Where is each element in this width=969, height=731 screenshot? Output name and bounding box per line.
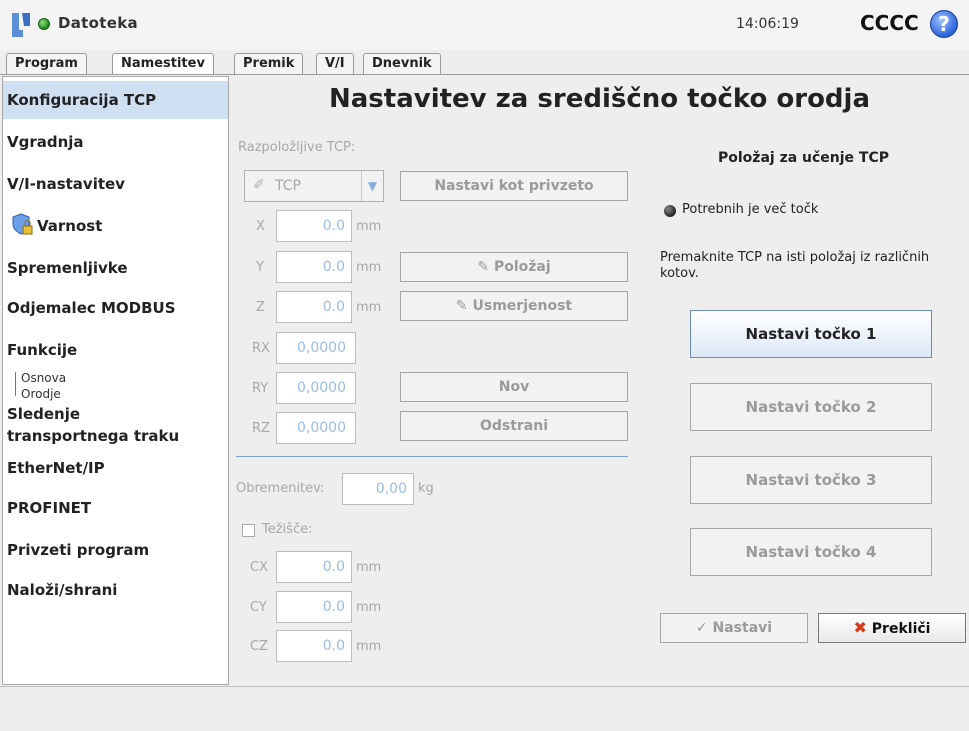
sidebar-item-vi-nastavitev[interactable]: V/I-nastavitev — [3, 175, 228, 193]
tab-underline — [0, 74, 969, 75]
sidebar-item-funkcije[interactable]: Funkcije — [3, 341, 228, 359]
rx-label: RX — [252, 341, 270, 356]
cog-label: Težišče: — [262, 522, 313, 537]
shield-lock-icon — [12, 213, 33, 235]
payload-field[interactable]: 0,00 — [342, 473, 414, 505]
cx-field[interactable]: 0.0 — [276, 551, 352, 583]
position-button-label: Položaj — [493, 259, 551, 275]
sidebar-item-odjemalec-modbus[interactable]: Odjemalec MODBUS — [3, 299, 228, 317]
y-field[interactable]: 0.0 — [276, 251, 352, 283]
tab-vi[interactable]: V/I — [316, 53, 354, 74]
sidebar-item-ethernet-ip[interactable]: EtherNet/IP — [3, 459, 228, 477]
cx-unit: mm — [356, 560, 382, 575]
clock: 14:06:19 — [736, 16, 799, 32]
page-title: Nastavitev za središčno točko orodja — [329, 84, 870, 114]
cz-field[interactable]: 0.0 — [276, 630, 352, 662]
tab-dnevnik[interactable]: Dnevnik — [363, 53, 441, 74]
check-icon: ✐ — [253, 177, 265, 193]
z-field[interactable]: 0.0 — [276, 291, 352, 323]
tab-program[interactable]: Program — [6, 53, 87, 74]
sidebar-item-profinet[interactable]: PROFINET — [3, 499, 228, 517]
teach-title: Položaj za učenje TCP — [718, 150, 890, 166]
sidebar-item-nalozi-shrani[interactable]: Naloži/shrani — [3, 581, 228, 599]
file-menu[interactable]: Datoteka — [58, 14, 138, 32]
cog-checkbox[interactable] — [242, 524, 255, 537]
payload-unit: kg — [418, 481, 434, 496]
remove-tcp-button[interactable]: Odstrani — [400, 411, 628, 441]
status-indicator-icon — [664, 205, 676, 217]
main-panel: Nastavitev za središčno točko orodja Raz… — [230, 76, 969, 685]
y-unit: mm — [356, 260, 382, 275]
set-point-1-button[interactable]: Nastavi točko 1 — [690, 310, 932, 358]
sidebar-item-sledenje-line2[interactable]: transportnega traku — [3, 427, 228, 445]
set-point-3-button[interactable]: Nastavi točko 3 — [690, 456, 932, 504]
tab-premik[interactable]: Premik — [234, 53, 304, 74]
sidebar-item-konfiguracija-tcp[interactable]: Konfiguracija TCP — [3, 81, 228, 119]
cancel-button-label: Prekliči — [871, 621, 931, 637]
tab-namestitev[interactable]: Namestitev — [112, 53, 214, 75]
cz-unit: mm — [356, 639, 382, 654]
cy-field[interactable]: 0.0 — [276, 591, 352, 623]
tcp-select-value: TCP — [275, 178, 301, 194]
sidebar-item-varnost[interactable]: Varnost — [33, 217, 223, 235]
x-unit: mm — [356, 219, 382, 234]
rz-field[interactable]: 0,0000 — [276, 412, 356, 444]
check-icon: ✓ — [695, 620, 708, 636]
status-bar — [0, 686, 969, 731]
wrench-icon: ✎ — [455, 298, 468, 314]
sidebar-item-sledenje[interactable]: Sledenje — [3, 405, 228, 423]
chevron-down-icon: ▼ — [361, 171, 383, 201]
set-point-4-button[interactable]: Nastavi točko 4 — [690, 528, 932, 576]
cz-label: CZ — [250, 639, 268, 654]
sidebar-item-privzeti-program[interactable]: Privzeti program — [3, 541, 228, 559]
z-unit: mm — [356, 300, 382, 315]
orientation-button[interactable]: ✎ Usmerjenost — [400, 291, 628, 321]
set-button-label: Nastavi — [712, 620, 773, 636]
rz-label: RZ — [252, 421, 270, 436]
sidebar-item-vgradnja[interactable]: Vgradnja — [3, 133, 228, 151]
rx-field[interactable]: 0,0000 — [276, 332, 356, 364]
payload-label: Obremenitev: — [236, 481, 325, 496]
cy-label: CY — [250, 600, 267, 615]
top-bar: Datoteka 14:06:19 CCCC ? — [0, 0, 969, 50]
z-label: Z — [256, 300, 265, 315]
sidebar-item-spremenljivke[interactable]: Spremenljivke — [3, 259, 228, 277]
universal-robots-logo — [12, 13, 30, 37]
sidebar: Konfiguracija TCP Vgradnja V/I-nastavite… — [2, 76, 229, 685]
close-icon: ✖ — [853, 618, 867, 637]
help-icon[interactable]: ? — [930, 10, 958, 38]
sidebar-item-orodje[interactable]: Orodje — [21, 387, 61, 401]
new-tcp-button[interactable]: Nov — [400, 372, 628, 402]
x-field[interactable]: 0.0 — [276, 210, 352, 242]
cy-unit: mm — [356, 600, 382, 615]
available-tcp-label: Razpoložljive TCP: — [238, 140, 356, 155]
robot-status-icon — [38, 18, 50, 30]
wrench-icon: ✎ — [477, 259, 490, 275]
teach-status: Potrebnih je več točk — [682, 202, 819, 217]
teach-instruction: Premaknite TCP na isti položaj iz različ… — [660, 250, 930, 281]
set-button[interactable]: ✓ Nastavi — [660, 613, 808, 643]
position-button[interactable]: ✎ Položaj — [400, 252, 628, 282]
set-default-button[interactable]: Nastavi kot privzeto — [400, 171, 628, 201]
orientation-button-label: Usmerjenost — [472, 298, 573, 314]
divider — [236, 456, 628, 457]
sidebar-item-osnova[interactable]: Osnova — [21, 371, 66, 385]
ry-label: RY — [252, 381, 269, 396]
robot-name: CCCC — [860, 11, 919, 35]
cx-label: CX — [250, 560, 268, 575]
x-label: X — [256, 219, 265, 234]
tcp-select[interactable]: ✐ TCP ▼ — [244, 170, 384, 202]
y-label: Y — [256, 260, 264, 275]
ry-field[interactable]: 0,0000 — [276, 372, 356, 404]
cancel-button[interactable]: ✖ Prekliči — [818, 613, 966, 643]
set-point-2-button[interactable]: Nastavi točko 2 — [690, 383, 932, 431]
